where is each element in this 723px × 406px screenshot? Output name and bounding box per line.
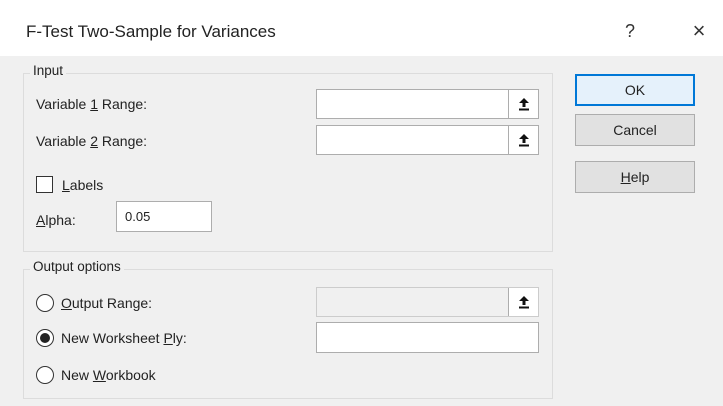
help-button-rest: elp	[630, 169, 650, 185]
output-range-label[interactable]: Output Range:	[61, 295, 152, 311]
f-test-dialog: F-Test Two-Sample for Variances ? × Inpu…	[0, 0, 723, 406]
ok-button[interactable]: OK	[575, 74, 695, 106]
input-group-legend: Input	[30, 63, 67, 78]
output-range-input[interactable]	[316, 287, 539, 317]
alpha-field[interactable]	[117, 202, 211, 231]
output-options-legend: Output options	[30, 259, 124, 274]
help-button-key: H	[620, 169, 631, 185]
labels-checkbox[interactable]	[36, 176, 53, 193]
new-workbook-label[interactable]: New Workbook	[61, 367, 156, 383]
new-worksheet-ply-input[interactable]	[316, 322, 539, 353]
title-bar: F-Test Two-Sample for Variances ? ×	[0, 0, 723, 56]
new-worksheet-ply-label[interactable]: New Worksheet Ply:	[61, 330, 187, 346]
variable-1-range-input[interactable]	[316, 89, 539, 119]
output-range-field[interactable]	[317, 288, 538, 316]
variable-2-range-input[interactable]	[316, 125, 539, 155]
range-select-icon	[518, 296, 529, 309]
close-icon[interactable]: ×	[684, 16, 714, 46]
variable-2-range-label: Variable 2 Range:	[36, 133, 148, 149]
output-range-radio[interactable]	[36, 294, 54, 312]
variable-1-range-field[interactable]	[317, 90, 538, 118]
help-button[interactable]: Help	[575, 161, 695, 193]
variable-2-range-field[interactable]	[317, 126, 538, 154]
cancel-button[interactable]: Cancel	[575, 114, 695, 146]
range-select-button[interactable]	[508, 90, 538, 118]
variable-1-range-label: Variable 1 Range:	[36, 96, 148, 112]
dialog-title: F-Test Two-Sample for Variances	[26, 22, 276, 41]
help-question-icon[interactable]: ?	[615, 16, 645, 46]
new-worksheet-ply-radio[interactable]	[36, 329, 54, 347]
alpha-label: Alpha:	[36, 212, 76, 228]
alpha-input[interactable]	[116, 201, 212, 232]
new-workbook-radio[interactable]	[36, 366, 54, 384]
new-worksheet-ply-field[interactable]	[317, 323, 538, 352]
range-select-button[interactable]	[508, 126, 538, 154]
range-select-icon	[518, 98, 529, 111]
range-select-icon	[518, 134, 529, 147]
labels-label[interactable]: Labels	[62, 177, 103, 193]
range-select-button[interactable]	[508, 288, 538, 316]
